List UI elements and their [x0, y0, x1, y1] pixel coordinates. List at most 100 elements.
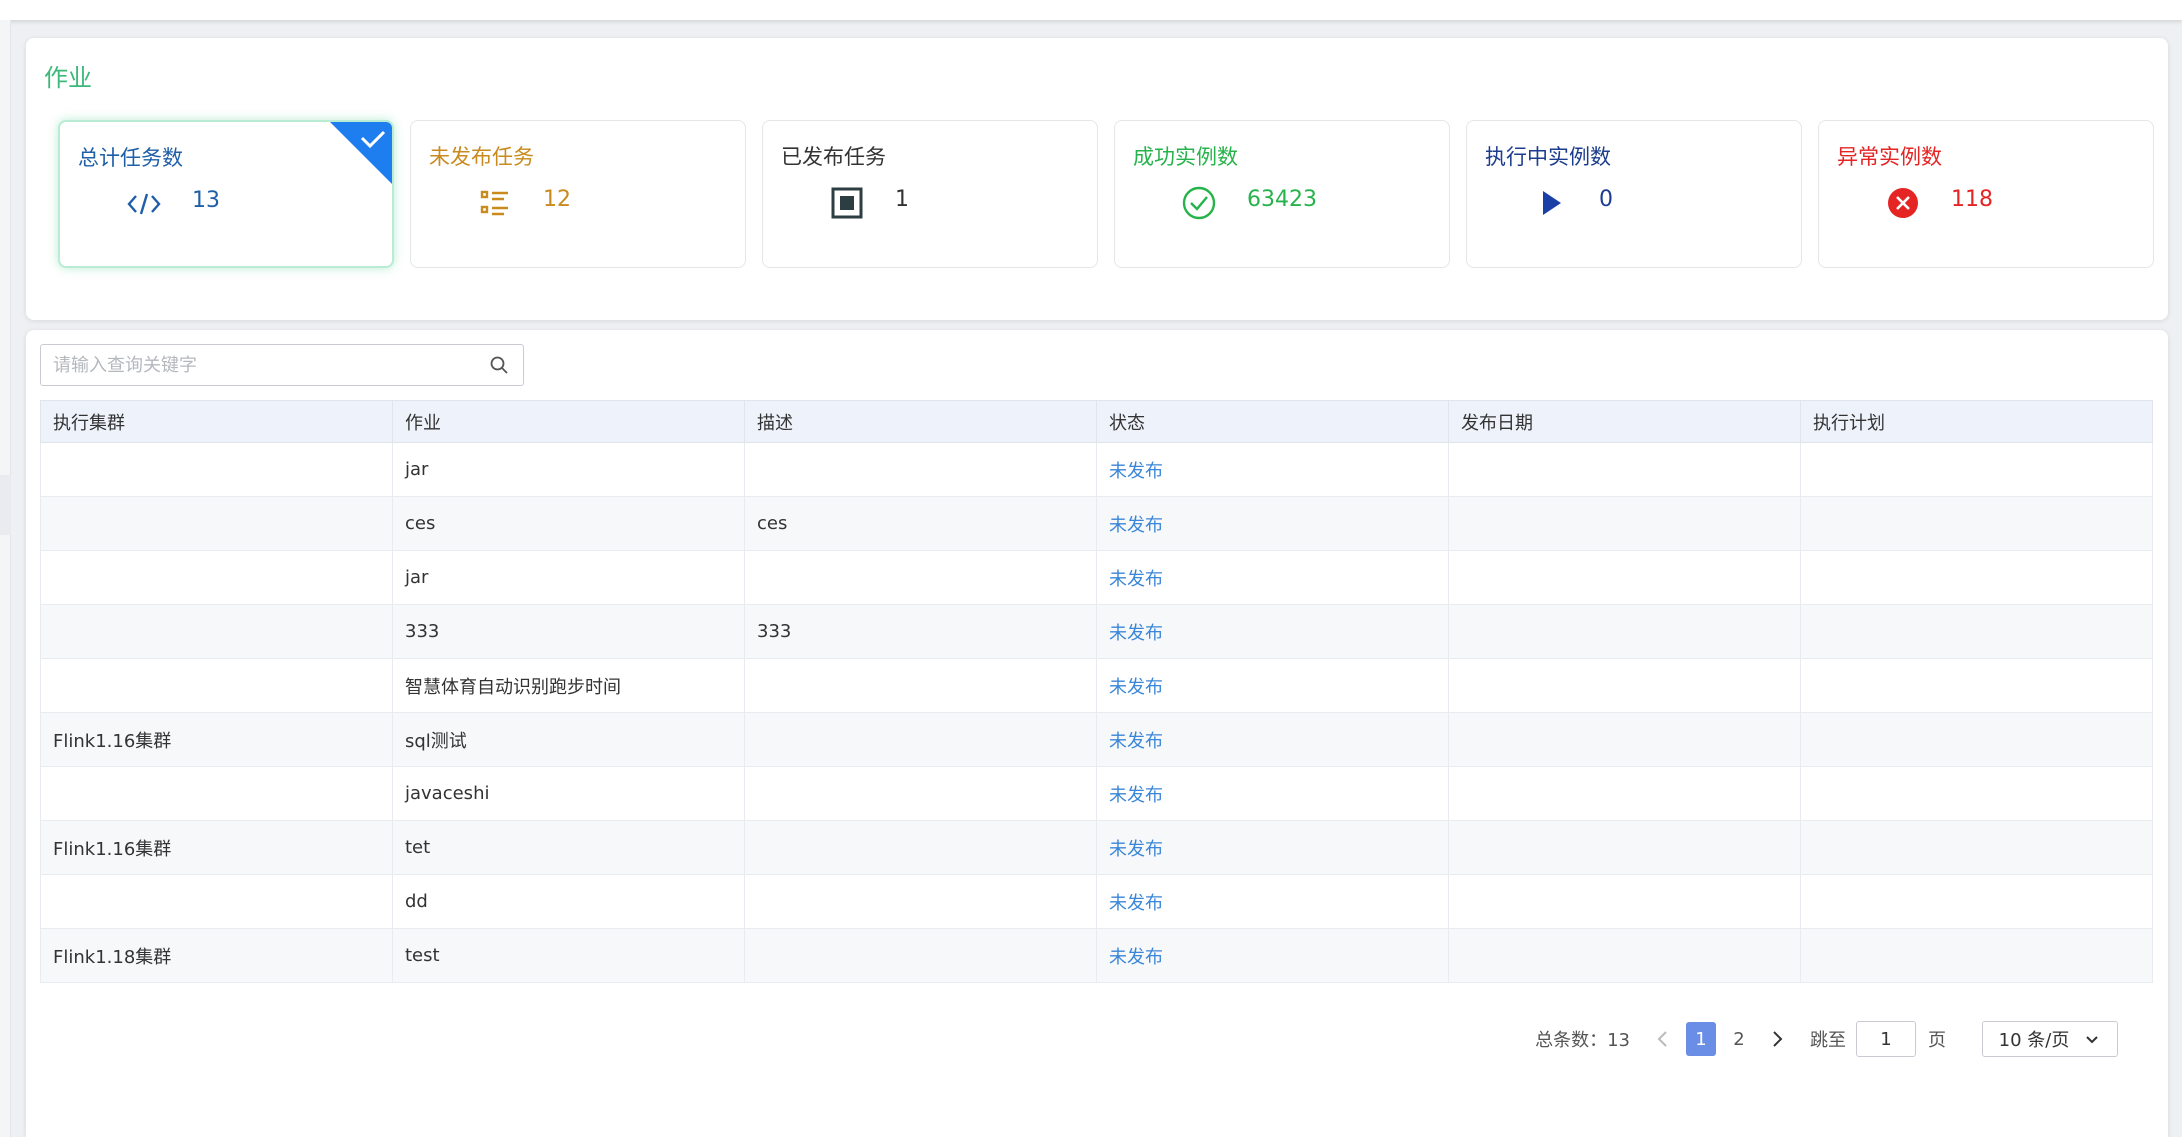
cell-cluster — [40, 550, 393, 605]
selected-check-icon — [330, 122, 392, 184]
cell-publish-date — [1448, 604, 1801, 659]
cell-status[interactable]: 未发布 — [1096, 550, 1449, 605]
cell-cluster — [40, 604, 393, 659]
cell-plan — [1800, 928, 2153, 983]
cell-plan — [1800, 496, 2153, 551]
pagination: 总条数：13 1 2 跳至 页 10 条/页 — [1535, 1020, 2118, 1058]
column-header-plan[interactable]: 执行计划 — [1800, 400, 2153, 443]
cell-plan — [1800, 604, 2153, 659]
cell-status[interactable]: 未发布 — [1096, 928, 1449, 983]
cell-status[interactable]: 未发布 — [1096, 712, 1449, 767]
sidebar-toggle[interactable] — [0, 475, 11, 535]
cell-job: sql测试 — [392, 712, 745, 767]
error-circle-icon — [1885, 185, 1921, 221]
cell-description: ces — [744, 496, 1097, 551]
cell-plan — [1800, 712, 2153, 767]
cell-cluster — [40, 658, 393, 713]
card-label: 成功实例数 — [1133, 145, 1238, 169]
prev-page-icon[interactable] — [1648, 1024, 1678, 1054]
table-row[interactable]: javaceshi 未发布 — [40, 766, 2153, 821]
cell-job: jar — [392, 442, 745, 497]
cell-cluster — [40, 442, 393, 497]
cell-description — [744, 928, 1097, 983]
jump-page-input[interactable] — [1856, 1021, 1916, 1057]
card-published-tasks[interactable]: 已发布任务 1 — [762, 120, 1098, 268]
search-box — [40, 344, 524, 386]
cell-description — [744, 550, 1097, 605]
table-row[interactable]: 333 333 未发布 — [40, 604, 2153, 659]
card-label: 执行中实例数 — [1485, 145, 1611, 169]
page-button-1[interactable]: 1 — [1686, 1022, 1716, 1056]
cell-job: test — [392, 928, 745, 983]
cell-cluster: Flink1.18集群 — [40, 928, 393, 983]
cell-description — [744, 442, 1097, 497]
card-running-instances[interactable]: 执行中实例数 0 — [1466, 120, 1802, 268]
stop-icon — [829, 185, 865, 221]
card-error-instances[interactable]: 异常实例数 118 — [1818, 120, 2154, 268]
card-value: 13 — [192, 188, 220, 213]
search-input[interactable] — [41, 345, 481, 385]
search-icon[interactable] — [489, 355, 509, 375]
cell-publish-date — [1448, 874, 1801, 929]
table-row[interactable]: Flink1.16集群 sql测试 未发布 — [40, 712, 2153, 767]
card-unpublished-tasks[interactable]: 未发布任务 12 — [410, 120, 746, 268]
column-header-publish-date[interactable]: 发布日期 — [1448, 400, 1801, 443]
cell-job: dd — [392, 874, 745, 929]
cell-status[interactable]: 未发布 — [1096, 820, 1449, 875]
cell-job: 智慧体育自动识别跑步时间 — [392, 658, 745, 713]
next-page-icon[interactable] — [1762, 1024, 1792, 1054]
cell-status[interactable]: 未发布 — [1096, 442, 1449, 497]
card-value: 118 — [1951, 187, 1993, 212]
cell-cluster — [40, 496, 393, 551]
table-row[interactable]: jar 未发布 — [40, 550, 2153, 605]
cell-description — [744, 766, 1097, 821]
summary-panel: 作业 总计任务数 13 未发布任务 12 已发布任务 1 成功实例数 63423… — [26, 38, 2168, 320]
card-value: 0 — [1599, 187, 1613, 212]
cell-job: 333 — [392, 604, 745, 659]
cell-publish-date — [1448, 442, 1801, 497]
cell-status[interactable]: 未发布 — [1096, 874, 1449, 929]
cell-plan — [1800, 658, 2153, 713]
cell-cluster — [40, 874, 393, 929]
cell-status[interactable]: 未发布 — [1096, 658, 1449, 713]
cell-status[interactable]: 未发布 — [1096, 604, 1449, 659]
column-header-status[interactable]: 状态 — [1096, 400, 1449, 443]
column-header-cluster[interactable]: 执行集群 — [40, 400, 393, 443]
cell-plan — [1800, 442, 2153, 497]
cell-publish-date — [1448, 820, 1801, 875]
check-circle-icon — [1181, 185, 1217, 221]
page-button-2[interactable]: 2 — [1724, 1022, 1754, 1056]
cell-status[interactable]: 未发布 — [1096, 766, 1449, 821]
column-header-job[interactable]: 作业 — [392, 400, 745, 443]
card-success-instances[interactable]: 成功实例数 63423 — [1114, 120, 1450, 268]
jump-label: 跳至 — [1810, 1030, 1846, 1051]
cell-description: 333 — [744, 604, 1097, 659]
page-unit-label: 页 — [1928, 1030, 1946, 1051]
table-row[interactable]: ces ces 未发布 — [40, 496, 2153, 551]
table-header: 执行集群 作业 描述 状态 发布日期 执行计划 — [40, 400, 2153, 443]
page-size-select[interactable]: 10 条/页 — [1982, 1021, 2118, 1057]
card-label: 已发布任务 — [781, 145, 886, 169]
card-label: 未发布任务 — [429, 145, 534, 169]
cell-publish-date — [1448, 496, 1801, 551]
table-row[interactable]: Flink1.16集群 tet 未发布 — [40, 820, 2153, 875]
cell-job: jar — [392, 550, 745, 605]
cell-description — [744, 874, 1097, 929]
card-value: 12 — [543, 187, 571, 212]
cell-plan — [1800, 766, 2153, 821]
column-header-description[interactable]: 描述 — [744, 400, 1097, 443]
cell-status[interactable]: 未发布 — [1096, 496, 1449, 551]
table-row[interactable]: jar 未发布 — [40, 442, 2153, 497]
table-row[interactable]: 智慧体育自动识别跑步时间 未发布 — [40, 658, 2153, 713]
cell-publish-date — [1448, 550, 1801, 605]
table-row[interactable]: dd 未发布 — [40, 874, 2153, 929]
table-row[interactable]: Flink1.18集群 test 未发布 — [40, 928, 2153, 983]
card-total-tasks[interactable]: 总计任务数 13 — [58, 120, 394, 268]
section-title: 作业 — [44, 64, 92, 92]
cell-description — [744, 712, 1097, 767]
cell-job: ces — [392, 496, 745, 551]
cell-job: tet — [392, 820, 745, 875]
cell-publish-date — [1448, 928, 1801, 983]
card-value: 63423 — [1247, 187, 1317, 212]
play-icon — [1533, 185, 1569, 221]
